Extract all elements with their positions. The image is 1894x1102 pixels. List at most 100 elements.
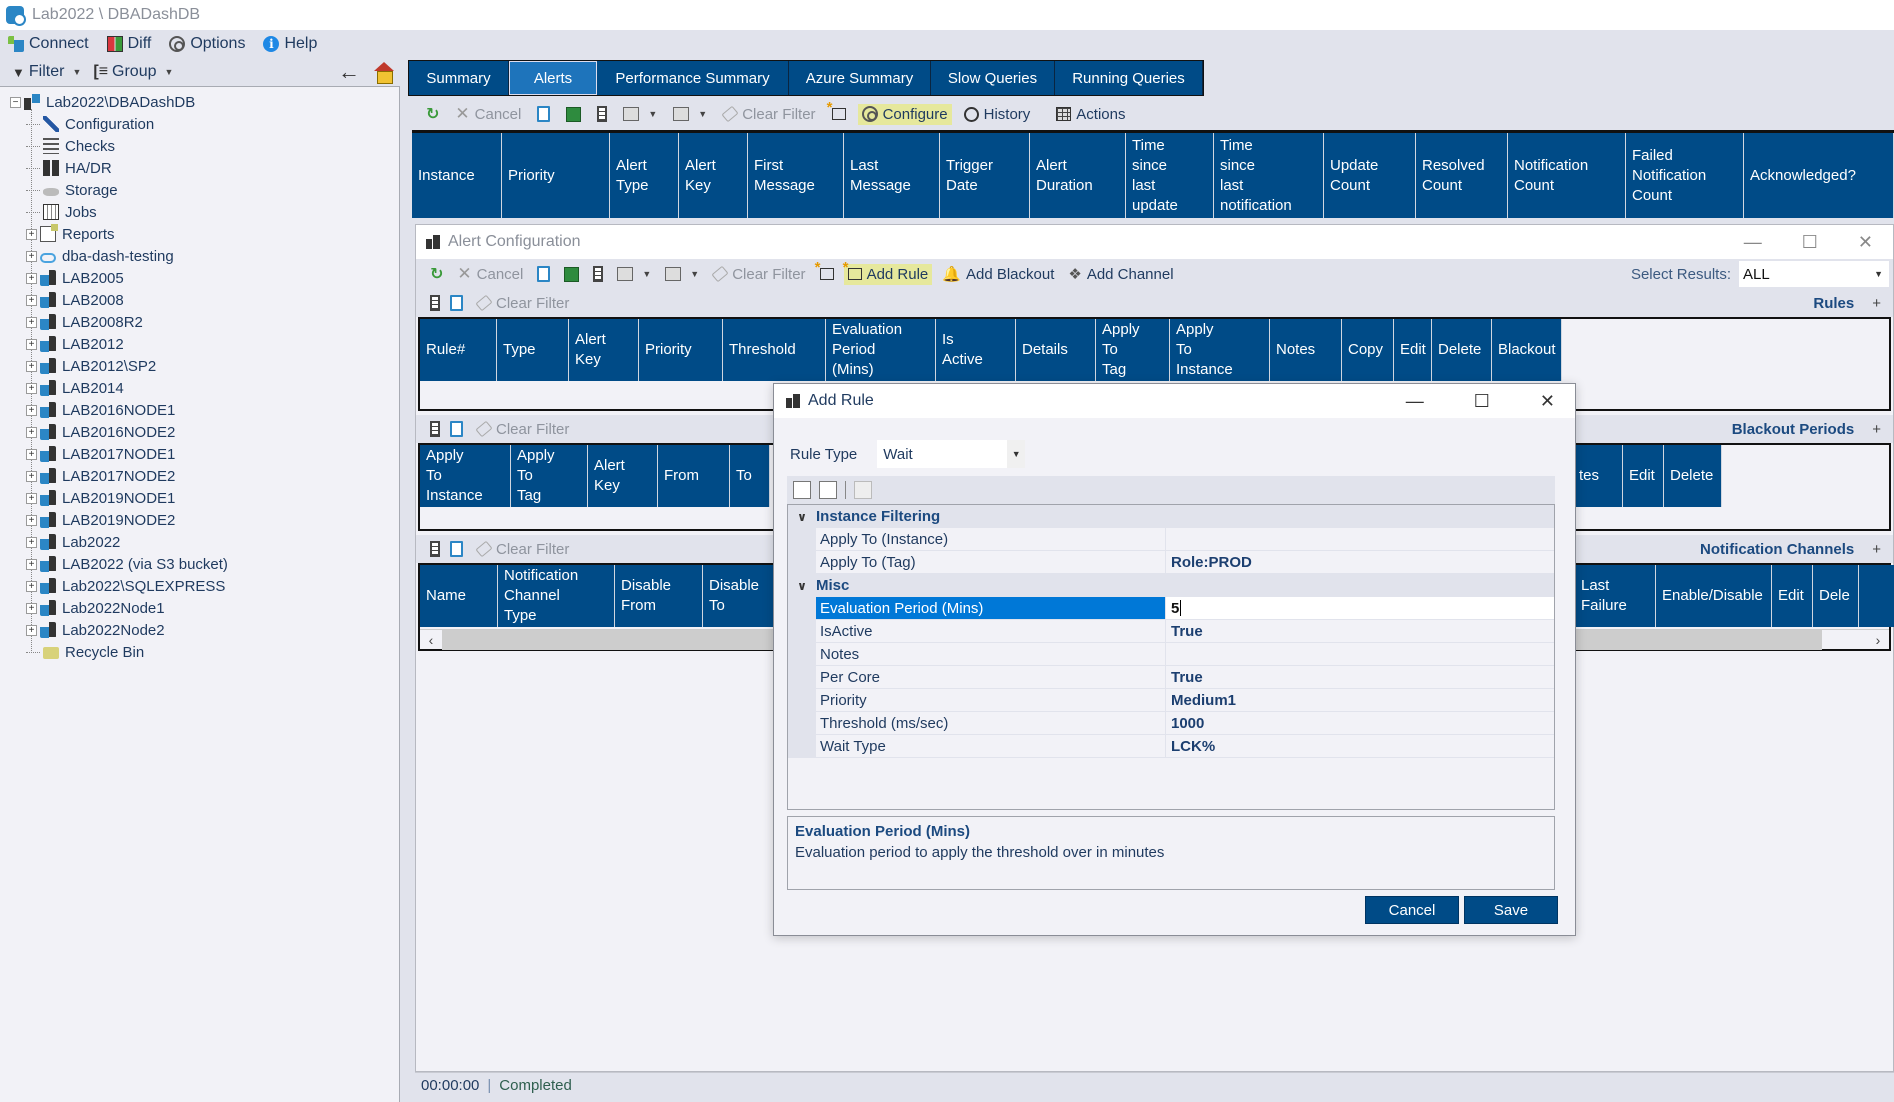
expand-channels-icon[interactable]: + <box>1872 541 1881 558</box>
column-header[interactable]: Priority <box>502 133 610 218</box>
close-icon[interactable]: ✕ <box>1540 391 1555 412</box>
expand-icon[interactable]: + <box>26 492 37 504</box>
copy-icon[interactable] <box>450 421 463 437</box>
minimize-icon[interactable]: — <box>1406 391 1424 412</box>
expand-rules-icon[interactable]: + <box>1872 295 1881 312</box>
expand-icon[interactable]: + <box>26 272 37 284</box>
column-header[interactable]: Rule# <box>420 319 497 381</box>
expand-icon[interactable]: + <box>26 426 37 438</box>
export-dropdown[interactable]: ▼ <box>619 105 661 123</box>
tree-node[interactable]: + LAB2008 <box>0 289 399 311</box>
column-header[interactable]: Apply To Tag <box>511 445 588 507</box>
tab-performance-summary[interactable]: Performance Summary <box>597 61 789 95</box>
tree-node[interactable]: Storage <box>0 179 399 201</box>
tree-node[interactable]: + LAB2016NODE1 <box>0 399 399 421</box>
column-header[interactable]: Time since last update <box>1126 133 1214 218</box>
column-header[interactable]: Alert Key <box>679 133 748 218</box>
minimize-icon[interactable]: — <box>1744 232 1762 253</box>
tree-node[interactable]: + LAB2017NODE2 <box>0 465 399 487</box>
column-header[interactable]: From <box>658 445 730 507</box>
tree-node[interactable]: + Lab2022 <box>0 531 399 553</box>
back-arrow-icon[interactable]: ← <box>338 61 360 83</box>
column-header[interactable]: Alert Key <box>569 319 639 381</box>
tab-slow-queries[interactable]: Slow Queries <box>931 61 1055 95</box>
column-header[interactable]: Threshold <box>723 319 826 381</box>
columns-icon[interactable] <box>430 541 440 557</box>
column-header[interactable]: Disable From <box>615 565 703 627</box>
column-header[interactable]: Alert Duration <box>1030 133 1126 218</box>
expand-icon[interactable]: + <box>26 558 37 570</box>
scroll-left-icon[interactable]: ‹ <box>420 632 442 648</box>
tree-node[interactable]: HA/DR <box>0 157 399 179</box>
tree-node[interactable]: + LAB2019NODE2 <box>0 509 399 531</box>
column-header[interactable]: Last Message <box>844 133 940 218</box>
column-header[interactable]: Notes <box>1270 319 1342 381</box>
export-dropdown[interactable]: ▼ <box>613 265 655 283</box>
column-header[interactable]: Is Active <box>936 319 1016 381</box>
close-icon[interactable]: ✕ <box>1858 232 1873 253</box>
column-header[interactable]: Delete <box>1664 445 1722 507</box>
rule-type-dropdown[interactable]: Wait ▼ <box>877 440 1026 468</box>
property-row[interactable]: Apply To (Tag) Role:PROD <box>788 551 1554 574</box>
tab-running-queries[interactable]: Running Queries <box>1055 61 1203 95</box>
column-header[interactable]: Trigger Date <box>940 133 1030 218</box>
column-header[interactable]: Apply To Instance <box>420 445 511 507</box>
select-results-dropdown[interactable]: ALL ▼ <box>1739 261 1889 287</box>
column-header[interactable]: Resolved Count <box>1416 133 1508 218</box>
tab-alerts[interactable]: Alerts <box>509 61 597 95</box>
column-header[interactable]: Failed Notification Count <box>1626 133 1744 218</box>
column-header[interactable]: First Message <box>748 133 844 218</box>
tab-summary[interactable]: Summary <box>409 61 509 95</box>
column-header[interactable]: Evaluation Period (Mins) <box>826 319 936 381</box>
tree-node[interactable]: Configuration <box>0 113 399 135</box>
columns-button[interactable] <box>593 104 611 124</box>
channels-clear-filter-button[interactable]: Clear Filter <box>473 539 573 560</box>
property-row[interactable]: Priority Medium1 <box>788 689 1554 712</box>
column-header[interactable]: Name <box>420 565 498 627</box>
column-header[interactable]: To <box>730 445 770 507</box>
tree-node[interactable]: + Lab2022Node2 <box>0 619 399 641</box>
column-header[interactable]: Blackout <box>1492 319 1562 381</box>
tree-node[interactable]: + LAB2005 <box>0 267 399 289</box>
copy-button[interactable] <box>533 104 554 124</box>
home-icon[interactable] <box>374 62 394 84</box>
property-row[interactable]: Wait Type LCK% <box>788 735 1554 758</box>
property-row[interactable]: Evaluation Period (Mins) 5 <box>788 597 1554 620</box>
column-header[interactable]: Instance <box>412 133 502 218</box>
column-header[interactable]: Alert Type <box>610 133 679 218</box>
column-header[interactable]: Time since last notification <box>1214 133 1324 218</box>
copy-icon[interactable] <box>450 541 463 557</box>
tree-node[interactable]: + LAB2017NODE1 <box>0 443 399 465</box>
column-header[interactable]: Priority <box>639 319 723 381</box>
tree-node[interactable]: + dba-dash-testing <box>0 245 399 267</box>
chevron-down-icon[interactable]: ∨ <box>788 579 816 593</box>
menu-diff[interactable]: Diff <box>106 35 151 53</box>
property-value[interactable]: True <box>1166 620 1554 642</box>
expand-icon[interactable]: + <box>26 382 37 394</box>
layout-dropdown[interactable]: ▼ <box>669 105 711 123</box>
property-value[interactable]: 1000 <box>1166 712 1554 734</box>
new-window-button[interactable] <box>815 259 838 282</box>
column-header[interactable]: Edit <box>1394 319 1432 381</box>
expand-icon[interactable]: + <box>26 624 37 636</box>
column-header[interactable]: Notification Count <box>1508 133 1626 218</box>
column-header[interactable]: Update Count <box>1324 133 1416 218</box>
property-pages-icon[interactable] <box>854 481 872 499</box>
property-row[interactable]: Apply To (Instance) <box>788 528 1554 551</box>
filter-dropdown[interactable]: ▼ Filter ▼ <box>12 63 81 81</box>
tree-node[interactable]: + Lab2022\SQLEXPRESS <box>0 575 399 597</box>
maximize-icon[interactable]: ☐ <box>1802 232 1818 253</box>
expand-icon[interactable]: + <box>26 602 37 614</box>
tree-node[interactable]: − Lab2022\DBADashDB <box>0 91 399 113</box>
new-window-button[interactable] <box>827 99 850 122</box>
refresh-button[interactable]: ↻ <box>426 262 447 286</box>
tree-node[interactable]: + LAB2012 <box>0 333 399 355</box>
tree-node[interactable]: + Lab2022Node1 <box>0 597 399 619</box>
copy-icon[interactable] <box>450 295 463 311</box>
expand-icon[interactable]: + <box>26 338 37 350</box>
columns-icon[interactable] <box>430 421 440 437</box>
excel-button[interactable] <box>562 105 585 124</box>
expand-icon[interactable]: + <box>26 250 37 262</box>
menu-options[interactable]: Options <box>169 35 245 53</box>
expand-icon[interactable]: + <box>26 228 37 240</box>
